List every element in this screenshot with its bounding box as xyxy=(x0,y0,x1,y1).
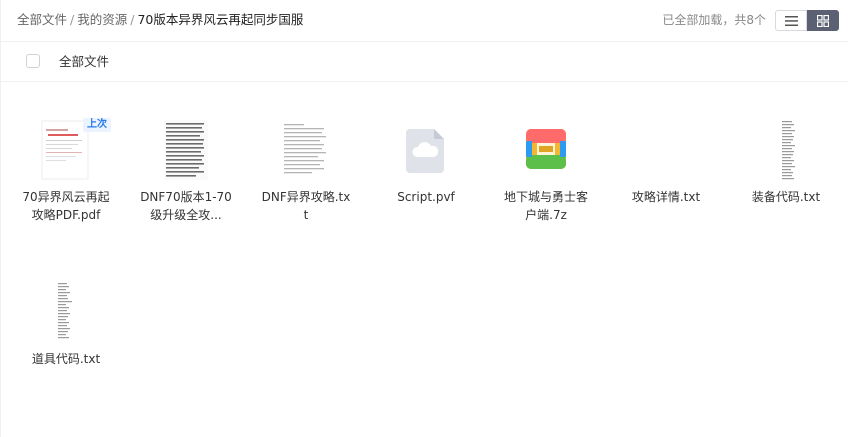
file-thumbnail xyxy=(276,119,336,183)
file-name: 攻略详情.txt xyxy=(631,190,701,204)
file-name: DNF70版本1-70级升级全攻... xyxy=(140,190,232,222)
file-name: Script.pvf xyxy=(397,190,455,204)
list-view-button[interactable] xyxy=(775,10,807,31)
file-thumbnail xyxy=(396,119,456,183)
file-thumbnail xyxy=(36,281,96,345)
file-thumbnail xyxy=(156,119,216,183)
document-preview-icon xyxy=(164,120,208,180)
select-all-checkbox[interactable] xyxy=(26,54,40,68)
grid-view-icon xyxy=(817,14,829,27)
file-thumbnail: 上次 xyxy=(36,118,111,183)
file-thumbnail xyxy=(636,119,696,183)
file-name: DNF异界攻略.txt xyxy=(261,190,351,222)
header-bar: 全部文件 / 我的资源/70版本异界风云再起同步国服 已全部加载，共8个 xyxy=(0,0,848,42)
file-thumbnail xyxy=(516,119,576,183)
archive-icon xyxy=(526,129,566,169)
file-thumbnail xyxy=(756,119,816,183)
file-item[interactable]: Script.pvf xyxy=(374,119,478,206)
file-item[interactable]: DNF异界攻略.txt xyxy=(254,119,358,224)
list-view-icon xyxy=(784,15,798,26)
file-item[interactable]: 装备代码.txt xyxy=(734,119,838,206)
file-name: 70异界风云再起攻略PDF.pdf xyxy=(22,190,110,222)
breadcrumb-my-resources[interactable]: 我的资源 xyxy=(77,12,127,27)
select-bar: 全部文件 xyxy=(0,42,848,82)
document-preview-icon xyxy=(282,120,330,180)
cloud-icon xyxy=(406,129,444,173)
file-item[interactable]: 道具代码.txt xyxy=(14,281,118,368)
text-preview-icon xyxy=(58,283,72,339)
breadcrumb-all-files[interactable]: 全部文件 xyxy=(17,12,67,27)
file-item[interactable]: 攻略详情.txt xyxy=(614,119,718,206)
breadcrumb-current-folder: 70版本异界风云再起同步国服 xyxy=(137,12,304,27)
file-item[interactable]: DNF70版本1-70级升级全攻... xyxy=(134,119,238,224)
last-opened-badge: 上次 xyxy=(83,118,111,132)
view-toggle xyxy=(775,10,839,31)
file-name: 地下城与勇士客户端.7z xyxy=(503,190,588,222)
select-all-label: 全部文件 xyxy=(59,54,110,69)
breadcrumb: 全部文件 / 我的资源/70版本异界风云再起同步国服 xyxy=(17,11,303,29)
load-status: 已全部加载，共8个 xyxy=(662,13,766,27)
breadcrumb-separator: / xyxy=(130,12,135,27)
breadcrumb-separator: / xyxy=(70,12,75,27)
text-preview-icon xyxy=(782,121,795,180)
file-name: 装备代码.txt xyxy=(751,190,821,204)
grid-view-button[interactable] xyxy=(807,10,839,31)
file-item[interactable]: 上次 70异界风云再起攻略PDF.pdf xyxy=(14,118,118,224)
file-name: 道具代码.txt xyxy=(31,352,101,366)
file-item[interactable]: 地下城与勇士客户端.7z xyxy=(494,119,598,224)
